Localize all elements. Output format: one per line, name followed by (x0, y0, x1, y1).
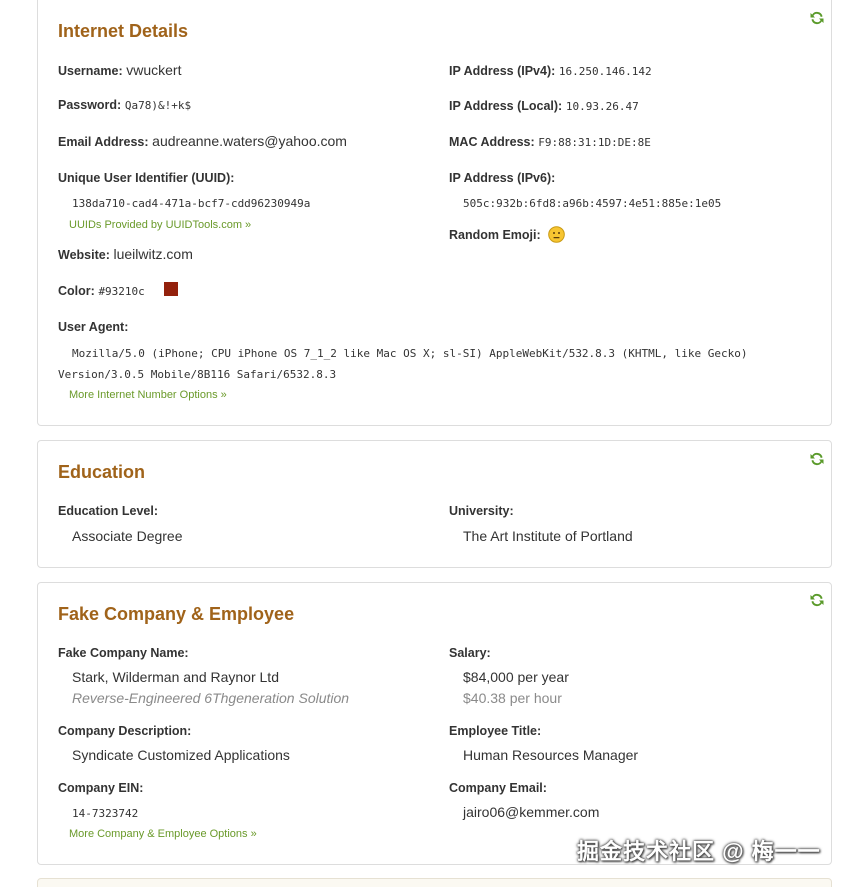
ipv4-label: IP Address (IPv4): (449, 64, 556, 78)
company-email-label: Company Email: (449, 781, 547, 795)
company-email-value: jairo06@kemmer.com (463, 804, 600, 820)
company-card: Fake Company & Employee Fake Company Nam… (37, 582, 832, 865)
university-label: University: (449, 504, 514, 518)
page: Internet Details Username: vwuckert Pass… (0, 0, 862, 887)
emoji-label: Random Emoji: (449, 228, 541, 242)
user-agent-label: User Agent: (58, 320, 129, 334)
password-field: Password: Qa78)&!+k$ (58, 97, 191, 112)
education-level-label: Education Level: (58, 504, 159, 518)
ipv4-value: 16.250.146.142 (558, 65, 652, 78)
education-level-value: Associate Degree (72, 528, 183, 544)
employee-title-label: Employee Title: (449, 724, 542, 738)
ipv6-field: IP Address (IPv6): (449, 170, 555, 185)
company-email-field: Company Email: (449, 780, 547, 795)
company-name-field: Fake Company Name: (58, 645, 189, 660)
company-ein-label: Company EIN: (58, 781, 144, 795)
refresh-icon[interactable] (809, 10, 825, 26)
uuid-label: Unique User Identifier (UUID): (58, 171, 235, 185)
user-agent-value: Mozilla/5.0 (iPhone; CPU iPhone OS 7_1_2… (58, 347, 748, 381)
company-ein-field: Company EIN: (58, 780, 143, 795)
color-value: #93210c (98, 285, 145, 298)
company-description-value: Syndicate Customized Applications (72, 747, 290, 763)
salary-field: Salary: (449, 645, 491, 660)
university-field: University: (449, 503, 514, 518)
neutral-face-emoji-icon (548, 226, 566, 243)
uuid-tools-link[interactable]: UUIDs Provided by UUIDTools.com » (69, 219, 251, 231)
refresh-icon[interactable] (809, 451, 825, 467)
company-description-label: Company Description: (58, 724, 192, 738)
website-value: lueilwitz.com (113, 246, 193, 262)
salary-year-value: $84,000 per year (463, 669, 569, 685)
refresh-icon[interactable] (809, 592, 825, 608)
ip-local-value: 10.93.26.47 (565, 100, 639, 113)
internet-details-card: Internet Details Username: vwuckert Pass… (37, 0, 832, 426)
employee-title-field: Employee Title: (449, 723, 541, 738)
education-card: Education Education Level: Associate Deg… (37, 440, 832, 568)
user-agent-field: User Agent: (58, 319, 128, 334)
color-field: Color: #93210c (58, 282, 179, 298)
uuid-field: Unique User Identifier (UUID): (58, 170, 234, 185)
company-description-field: Company Description: (58, 723, 191, 738)
university-value: The Art Institute of Portland (463, 528, 633, 544)
education-title: Education (58, 462, 146, 482)
salary-label: Salary: (449, 646, 491, 660)
education-level-field: Education Level: (58, 503, 158, 518)
ipv4-field: IP Address (IPv4): 16.250.146.142 (449, 63, 652, 78)
email-value: audreanne.waters@yahoo.com (152, 133, 347, 149)
email-label: Email Address: (58, 135, 149, 149)
more-company-options-link[interactable]: More Company & Employee Options » (69, 828, 257, 840)
salary-hour-value: $40.38 per hour (463, 690, 562, 706)
mac-field: MAC Address: F9:88:31:1D:DE:8E (449, 134, 651, 149)
watermark: 掘金技术社区 @ 梅一一 (577, 839, 821, 864)
ip-local-field: IP Address (Local): 10.93.26.47 (449, 98, 639, 113)
ipv6-value: 505c:932b:6fd8:a96b:4597:4e51:885e:1e05 (463, 197, 722, 210)
internet-details-title: Internet Details (58, 21, 189, 41)
username-value: vwuckert (126, 62, 182, 78)
company-title: Fake Company & Employee (58, 604, 295, 624)
company-ein-value: 14-7323742 (72, 807, 139, 820)
password-label: Password: (58, 98, 122, 112)
website-field: Website: lueilwitz.com (58, 246, 193, 262)
password-value: Qa78)&!+k$ (124, 99, 192, 112)
email-field: Email Address: audreanne.waters@yahoo.co… (58, 133, 347, 149)
ip-local-label: IP Address (Local): (449, 99, 563, 113)
username-label: Username: (58, 64, 123, 78)
employee-title-value: Human Resources Manager (463, 747, 639, 763)
company-slogan: Reverse-Engineered 6Thgeneration Solutio… (72, 690, 350, 706)
color-swatch (164, 282, 179, 296)
website-label: Website: (58, 248, 110, 262)
mac-value: F9:88:31:1D:DE:8E (538, 136, 651, 149)
color-label: Color: (58, 284, 95, 298)
username-field: Username: vwuckert (58, 62, 181, 78)
uuid-value: 138da710-cad4-471a-bcf7-cdd96230949a (72, 197, 311, 210)
company-name-label: Fake Company Name: (58, 646, 189, 660)
mac-label: MAC Address: (449, 135, 535, 149)
company-name-value: Stark, Wilderman and Raynor Ltd (72, 669, 279, 685)
more-internet-options-link[interactable]: More Internet Number Options » (69, 389, 227, 401)
emoji-field: Random Emoji: (449, 226, 566, 243)
ipv6-label: IP Address (IPv6): (449, 171, 556, 185)
next-card (37, 878, 832, 887)
